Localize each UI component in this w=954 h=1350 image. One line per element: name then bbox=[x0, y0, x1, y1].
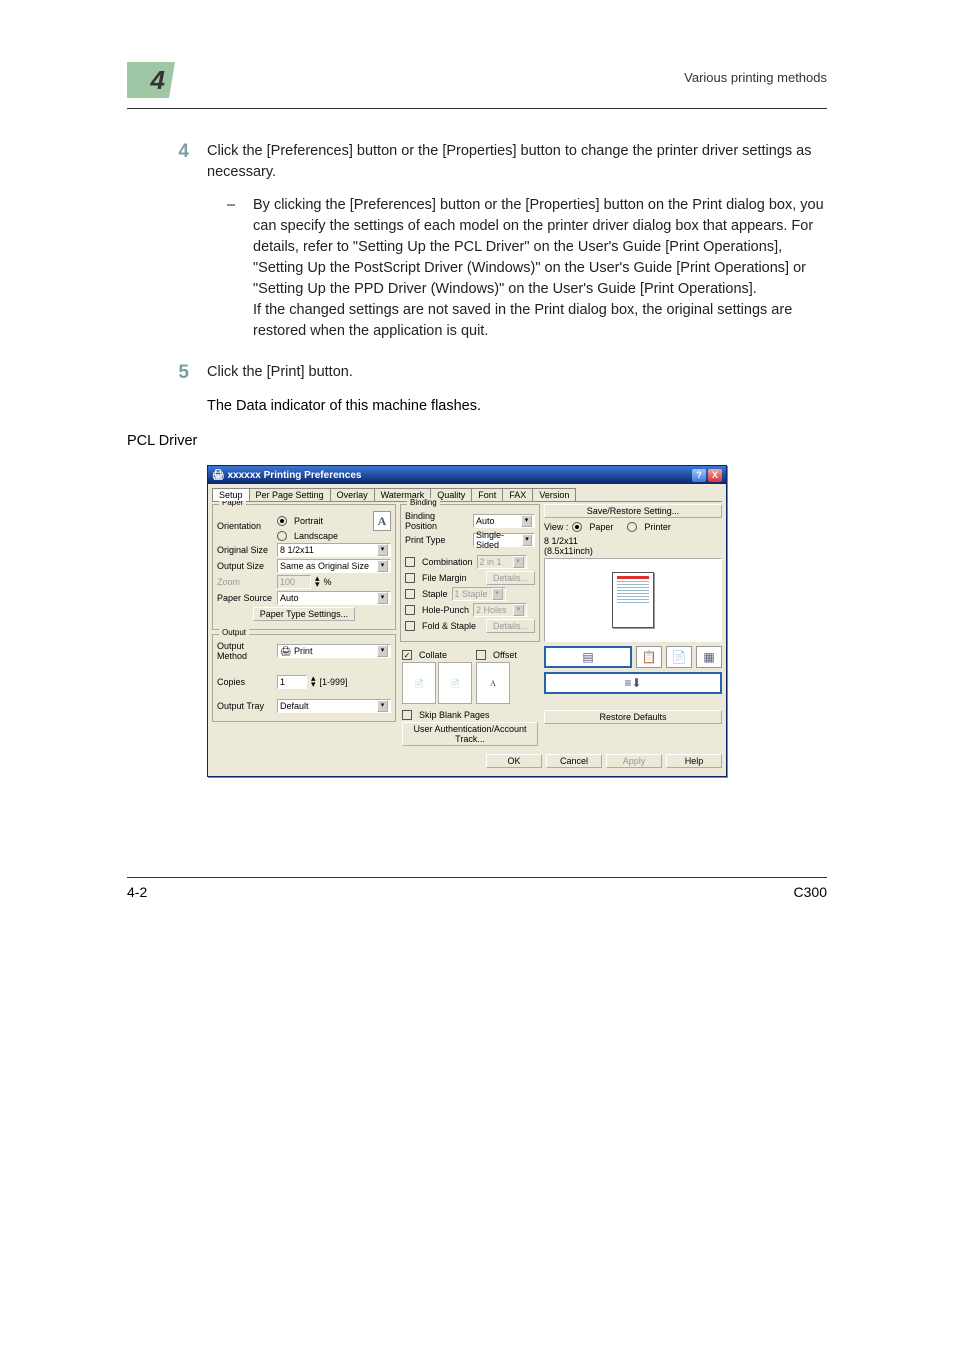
paper-source-select[interactable]: Auto▾ bbox=[277, 591, 391, 605]
skip-blank-label: Skip Blank Pages bbox=[419, 710, 490, 720]
binding-group-legend: Binding bbox=[407, 498, 440, 507]
collate-preview-2: 📄 bbox=[438, 662, 472, 704]
paper-source-label: Paper Source bbox=[217, 593, 273, 603]
collate-label: Collate bbox=[419, 650, 447, 660]
pcl-driver-caption: PCL Driver bbox=[127, 433, 827, 449]
dialog-help-button[interactable]: Help bbox=[666, 754, 722, 768]
collate-preview-1: 📄 bbox=[402, 662, 436, 704]
offset-check[interactable] bbox=[476, 650, 486, 660]
skip-blank-check[interactable] bbox=[402, 710, 412, 720]
dialog-title: 🖨 xxxxxx Printing Preferences bbox=[212, 470, 361, 481]
zoom-label: Zoom bbox=[217, 577, 273, 587]
cancel-button[interactable]: Cancel bbox=[546, 754, 602, 768]
copies-label: Copies bbox=[217, 677, 273, 687]
zoom-pct: % bbox=[324, 577, 332, 587]
hole-punch-select: 2 Holes▾ bbox=[473, 603, 527, 617]
step5-text: Click the [Print] button. bbox=[207, 362, 827, 384]
original-size-label: Original Size bbox=[217, 545, 273, 555]
step5-number: 5 bbox=[127, 362, 207, 384]
offset-preview: A bbox=[476, 662, 510, 704]
hole-punch-label: Hole-Punch bbox=[422, 605, 469, 615]
footer-right: C300 bbox=[794, 884, 827, 900]
tab-font[interactable]: Font bbox=[471, 488, 503, 501]
landscape-radio[interactable] bbox=[277, 531, 287, 541]
paper-type-settings-button[interactable]: Paper Type Settings... bbox=[253, 607, 355, 621]
step4-text: Click the [Preferences] button or the [P… bbox=[207, 141, 827, 183]
zoom-input: 100 bbox=[277, 575, 311, 589]
output-size-label: Output Size bbox=[217, 561, 273, 571]
layout-icon-3[interactable]: 📄 bbox=[666, 646, 692, 668]
footer-left: 4-2 bbox=[127, 884, 147, 900]
view-paper-label: Paper bbox=[589, 522, 613, 532]
copies-range: [1-999] bbox=[320, 677, 348, 687]
preview-size-2: (8.5x11inch) bbox=[544, 546, 722, 556]
output-method-select[interactable]: 🖨 Print▾ bbox=[277, 644, 391, 658]
step4-subtext: By clicking the [Preferences] button or … bbox=[227, 195, 827, 342]
combination-select: 2 in 1▾ bbox=[477, 555, 527, 569]
staple-select: 1 Staple▾ bbox=[452, 587, 506, 601]
fold-staple-label: Fold & Staple bbox=[422, 621, 476, 631]
chapter-number: 4 bbox=[127, 62, 169, 98]
tab-per-page[interactable]: Per Page Setting bbox=[249, 488, 331, 501]
offset-label: Offset bbox=[493, 650, 517, 660]
staple-label: Staple bbox=[422, 589, 448, 599]
page-preview bbox=[544, 558, 722, 642]
user-auth-button[interactable]: User Authentication/Account Track... bbox=[402, 722, 538, 746]
combination-label: Combination bbox=[422, 557, 473, 567]
file-margin-details-button: Details... bbox=[486, 571, 535, 585]
binding-position-label: Binding Position bbox=[405, 511, 469, 531]
tab-setup[interactable]: Setup bbox=[212, 488, 250, 501]
output-size-select[interactable]: Same as Original Size▾ bbox=[277, 559, 391, 573]
fold-staple-check[interactable] bbox=[405, 621, 415, 631]
combination-check[interactable] bbox=[405, 557, 415, 567]
dialog-titlebar[interactable]: 🖨 xxxxxx Printing Preferences ? X bbox=[208, 466, 726, 484]
collate-check[interactable] bbox=[402, 650, 412, 660]
fold-details-button: Details... bbox=[486, 619, 535, 633]
layout-icon-2[interactable]: 📋 bbox=[636, 646, 662, 668]
tab-overlay[interactable]: Overlay bbox=[330, 488, 375, 501]
file-margin-label: File Margin bbox=[422, 573, 467, 583]
output-tray-label: Output Tray bbox=[217, 701, 273, 711]
layout-icon-4[interactable]: ▦ bbox=[696, 646, 722, 668]
original-size-select[interactable]: 8 1/2x11▾ bbox=[277, 543, 391, 557]
tab-fax[interactable]: FAX bbox=[502, 488, 533, 501]
save-restore-button[interactable]: Save/Restore Setting... bbox=[544, 504, 722, 518]
orientation-a-icon: A bbox=[373, 511, 391, 531]
binding-position-select[interactable]: Auto▾ bbox=[473, 514, 535, 528]
print-type-select[interactable]: Single-Sided▾ bbox=[473, 533, 535, 547]
view-printer-label: Printer bbox=[644, 522, 671, 532]
portrait-radio[interactable] bbox=[277, 516, 287, 526]
portrait-label: Portrait bbox=[294, 516, 323, 526]
step5-after: The Data indicator of this machine flash… bbox=[207, 396, 827, 417]
output-group-legend: Output bbox=[219, 628, 249, 637]
preview-size-1: 8 1/2x11 bbox=[544, 536, 722, 546]
hole-punch-check[interactable] bbox=[405, 605, 415, 615]
tab-version[interactable]: Version bbox=[532, 488, 576, 501]
view-paper-radio[interactable] bbox=[572, 522, 582, 532]
view-label: View : bbox=[544, 522, 568, 532]
top-rule bbox=[127, 108, 827, 109]
apply-button: Apply bbox=[606, 754, 662, 768]
ok-button[interactable]: OK bbox=[486, 754, 542, 768]
help-button[interactable]: ? bbox=[692, 469, 706, 482]
copies-input[interactable]: 1 bbox=[277, 675, 307, 689]
orientation-label: Orientation bbox=[217, 521, 273, 531]
file-margin-check[interactable] bbox=[405, 573, 415, 583]
restore-defaults-button[interactable]: Restore Defaults bbox=[544, 710, 722, 724]
printing-preferences-dialog: 🖨 xxxxxx Printing Preferences ? X Setup … bbox=[207, 465, 727, 777]
landscape-label: Landscape bbox=[294, 531, 338, 541]
view-printer-radio[interactable] bbox=[627, 522, 637, 532]
print-type-label: Print Type bbox=[405, 535, 469, 545]
layout-icon-5[interactable]: ≡⬇ bbox=[544, 672, 722, 694]
layout-icon-1[interactable]: ▤ bbox=[544, 646, 632, 668]
section-title: Various printing methods bbox=[684, 70, 827, 85]
staple-check[interactable] bbox=[405, 589, 415, 599]
output-method-label: Output Method bbox=[217, 641, 273, 661]
output-tray-select[interactable]: Default▾ bbox=[277, 699, 391, 713]
close-button[interactable]: X bbox=[708, 469, 722, 482]
step4-number: 4 bbox=[127, 141, 207, 183]
